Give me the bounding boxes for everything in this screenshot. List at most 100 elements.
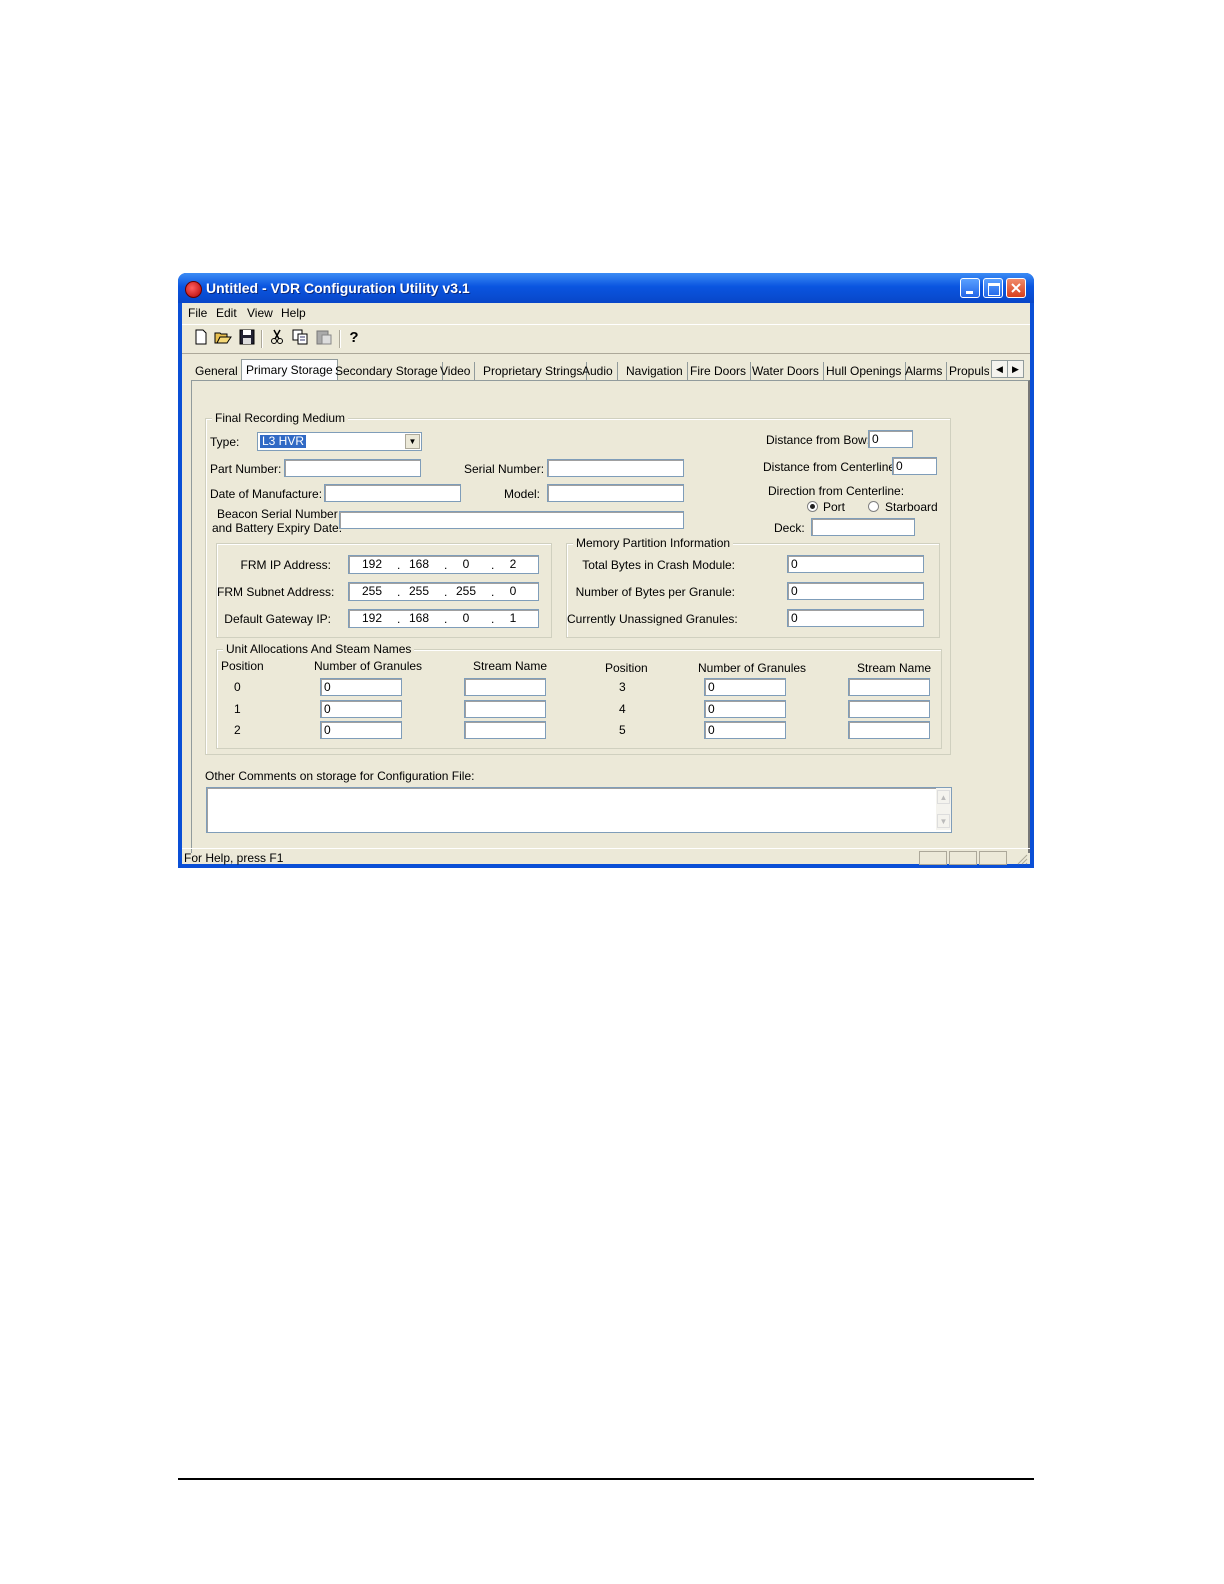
app-icon[interactable]: [185, 281, 202, 298]
memory-partition-legend: Memory Partition Information: [573, 536, 734, 550]
unit-stream-field[interactable]: [464, 700, 546, 718]
title-bar[interactable]: Untitled - VDR Configuration Utility v3.…: [178, 273, 1034, 303]
total-bytes-label: Total Bytes in Crash Module:: [582, 558, 735, 572]
unit-position: 5: [619, 723, 626, 737]
serial-number-field[interactable]: [547, 459, 684, 477]
col-position-left: Position: [221, 659, 264, 673]
ip-octet[interactable]: 192: [355, 557, 389, 571]
ip-dot: .: [444, 612, 448, 626]
tab-water-doors[interactable]: Water Doors: [748, 362, 824, 380]
distance-from-centerline-field[interactable]: 0: [892, 457, 937, 475]
arrow-right-icon: ▶: [1012, 364, 1019, 374]
deck-field[interactable]: [811, 518, 915, 536]
tab-hull-openings[interactable]: Hull Openings: [822, 362, 907, 380]
subnet-octet[interactable]: 255: [449, 584, 483, 598]
scroll-down-icon[interactable]: ▼: [937, 814, 950, 828]
default-gateway-field[interactable]: 192 . 168 . 0 . 1: [348, 609, 539, 628]
unit-allocations-legend: Unit Allocations And Steam Names: [223, 642, 415, 656]
unit-stream-field[interactable]: [848, 721, 930, 739]
tab-propulsion[interactable]: Propulsi: [945, 362, 989, 380]
memory-partition-group: Memory Partition Information Total Bytes…: [566, 536, 940, 638]
tab-secondary-storage[interactable]: Secondary Storage: [331, 362, 443, 380]
subnet-octet[interactable]: 255: [355, 584, 389, 598]
unassigned-granules-field[interactable]: 0: [787, 609, 924, 627]
save-icon[interactable]: [238, 329, 256, 347]
unit-granules-field[interactable]: 0: [320, 678, 402, 696]
ip-octet[interactable]: 2: [496, 557, 530, 571]
beacon-label-line2: and Battery Expiry Date:: [212, 521, 343, 535]
starboard-label[interactable]: Starboard: [885, 500, 938, 514]
ip-dot: .: [397, 612, 401, 626]
ip-octet[interactable]: 0: [449, 557, 483, 571]
minimize-button[interactable]: [960, 278, 980, 298]
help-icon[interactable]: ?: [345, 329, 363, 347]
subnet-octet[interactable]: 255: [402, 584, 436, 598]
gateway-octet[interactable]: 0: [449, 611, 483, 625]
col-stream-right: Stream Name: [857, 661, 932, 675]
port-radio[interactable]: [807, 501, 818, 512]
beacon-serial-field[interactable]: [339, 511, 684, 529]
unit-granules-field[interactable]: 0: [704, 678, 786, 696]
unit-granules-field[interactable]: 0: [320, 700, 402, 718]
unit-stream-field[interactable]: [464, 721, 546, 739]
serial-number-label: Serial Number:: [464, 462, 545, 476]
date-of-manufacture-field[interactable]: [324, 484, 461, 502]
total-bytes-field[interactable]: 0: [787, 555, 924, 573]
maximize-button[interactable]: [983, 278, 1003, 298]
unit-granules-field[interactable]: 0: [704, 700, 786, 718]
gateway-octet[interactable]: 1: [496, 611, 530, 625]
paste-icon[interactable]: [315, 329, 333, 347]
close-button[interactable]: [1006, 278, 1026, 298]
menu-file[interactable]: File: [188, 306, 207, 320]
unit-stream-field[interactable]: [848, 678, 930, 696]
tab-alarms[interactable]: Alarms: [901, 362, 948, 380]
menu-help[interactable]: Help: [281, 306, 306, 320]
unit-stream-field[interactable]: [848, 700, 930, 718]
unit-stream-field[interactable]: [464, 678, 546, 696]
tab-general[interactable]: General: [191, 362, 243, 380]
unit-position: 3: [619, 680, 626, 694]
distance-from-bow-field[interactable]: 0: [868, 430, 913, 448]
ip-octet[interactable]: 168: [402, 557, 436, 571]
tab-video[interactable]: Video: [436, 362, 476, 380]
menu-edit[interactable]: Edit: [216, 306, 237, 320]
tab-navigation[interactable]: Navigation: [622, 362, 688, 380]
comments-textarea[interactable]: ▲ ▼: [206, 787, 952, 833]
chevron-down-icon[interactable]: ▼: [405, 434, 420, 449]
tab-fire-doors[interactable]: Fire Doors: [686, 362, 752, 380]
port-label[interactable]: Port: [823, 500, 845, 514]
gateway-octet[interactable]: 192: [355, 611, 389, 625]
unit-position: 2: [234, 723, 241, 737]
part-number-field[interactable]: [284, 459, 421, 477]
tab-proprietary-strings[interactable]: Proprietary Strings: [479, 362, 588, 380]
tab-primary-storage[interactable]: Primary Storage: [241, 359, 338, 382]
unit-granules-field[interactable]: 0: [704, 721, 786, 739]
subnet-octet[interactable]: 0: [496, 584, 530, 598]
tab-scroll-left-button[interactable]: ◀: [991, 360, 1008, 378]
bytes-per-granule-field[interactable]: 0: [787, 582, 924, 600]
model-field[interactable]: [547, 484, 684, 502]
gateway-octet[interactable]: 168: [402, 611, 436, 625]
type-combo[interactable]: L3 HVR ▼: [257, 432, 422, 451]
menu-view[interactable]: View: [247, 306, 273, 320]
resize-grip-icon[interactable]: [1016, 853, 1028, 865]
tab-audio[interactable]: Audio: [578, 362, 618, 380]
new-icon[interactable]: [192, 329, 210, 347]
cut-icon[interactable]: [268, 329, 286, 347]
status-pane: [979, 851, 1007, 865]
deck-label: Deck:: [774, 521, 805, 535]
type-label: Type:: [210, 435, 240, 449]
app-window: Untitled - VDR Configuration Utility v3.…: [178, 273, 1034, 868]
copy-icon[interactable]: [291, 329, 309, 347]
page-footer-rule: [178, 1478, 1034, 1480]
frm-subnet-field[interactable]: 255 . 255 . 255 . 0: [348, 582, 539, 601]
frm-subnet-label: FRM Subnet Address:: [217, 585, 335, 599]
open-icon[interactable]: [214, 329, 232, 347]
tab-scroll-right-button[interactable]: ▶: [1007, 360, 1024, 378]
starboard-radio[interactable]: [868, 501, 879, 512]
ip-dot: .: [444, 558, 448, 572]
scroll-up-icon[interactable]: ▲: [937, 790, 950, 804]
frm-ip-field[interactable]: 192 . 168 . 0 . 2: [348, 555, 539, 574]
unit-granules-field[interactable]: 0: [320, 721, 402, 739]
comments-scrollbar[interactable]: ▲ ▼: [936, 788, 951, 830]
